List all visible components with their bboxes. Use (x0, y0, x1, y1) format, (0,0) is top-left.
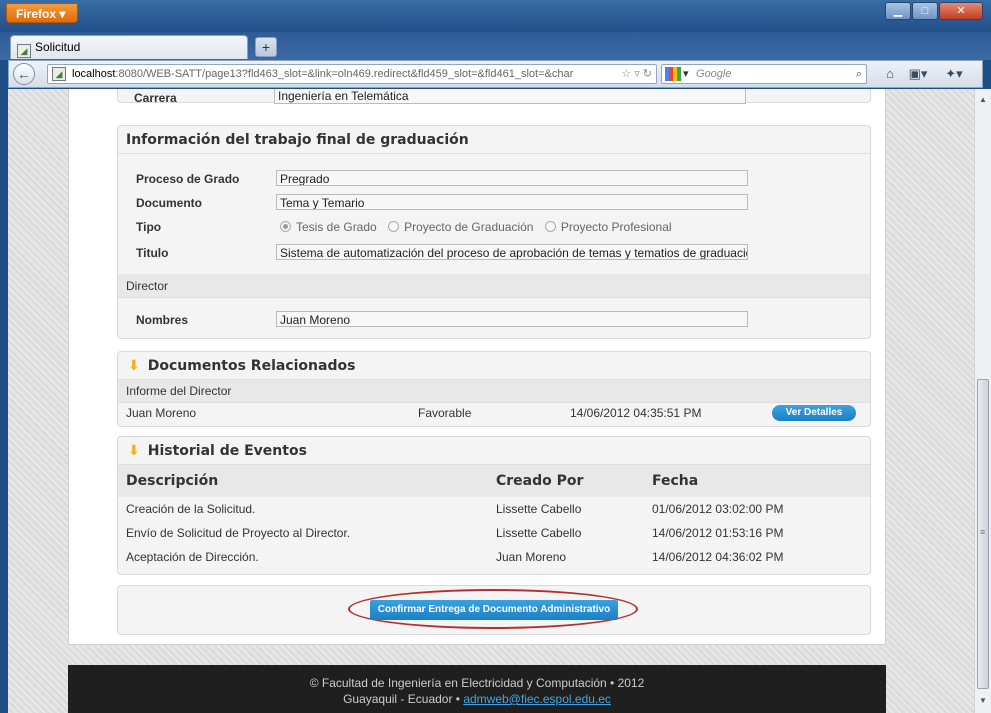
footer-email-link[interactable]: admweb@fiec.espol.edu.ec (463, 692, 611, 706)
documentos-panel: ⬇ Documentos Relacionados Informe del Dir… (117, 351, 871, 427)
scroll-up-icon[interactable]: ▲ (979, 95, 987, 104)
radio-tesis[interactable] (280, 221, 291, 232)
back-button[interactable]: ← (13, 63, 35, 85)
url-bar[interactable]: ◢ localhost:8080/WEB-SATT/page13?fld463_… (47, 64, 657, 84)
scroll-down-icon[interactable]: ▼ (979, 696, 987, 705)
confirmar-entrega-button[interactable]: Confirmar Entrega de Documento Administr… (370, 600, 618, 620)
home-icon[interactable]: ⌂ (879, 64, 901, 84)
carrera-label: Carrera (134, 91, 177, 105)
window-titlebar: Firefox ▾ ▁ □ ✕ (0, 0, 991, 32)
titulo-field: Sistema de automatización del proceso de… (276, 244, 748, 260)
historial-table: Descripción Creado Por Fecha Creación de… (118, 465, 870, 569)
documento-nombre: Juan Moreno (126, 406, 197, 420)
footer-copyright: © Facultad de Ingeniería en Electricidad… (309, 676, 645, 690)
proceso-label: Proceso de Grado (136, 172, 240, 186)
vertical-scrollbar[interactable]: ▲ ≡ ▼ (974, 89, 991, 713)
bookmark-star-icon[interactable]: ☆ ▿ ↻ (621, 65, 652, 83)
radio-proyecto-graduacion[interactable] (388, 221, 400, 232)
trabajo-title: Información del trabajo final de graduac… (118, 126, 870, 154)
scrollbar-thumb[interactable]: ≡ (977, 379, 989, 689)
historial-header: ⬇ Historial de Eventos (118, 437, 870, 465)
main-content: Carrera Ingeniería en Telemática Informa… (68, 89, 886, 645)
table-row: Envío de Solicitud de Proyecto al Direct… (126, 526, 784, 540)
historial-panel: ⬇ Historial de Eventos Descripción Creado… (117, 436, 871, 575)
carrera-field: Ingeniería en Telemática (274, 89, 746, 104)
documento-label: Documento (136, 196, 202, 210)
arrow-down-icon: ⬇ (128, 443, 140, 459)
page-footer: © Facultad de Ingeniería en Electricidad… (68, 665, 886, 713)
minimize-button[interactable]: ▁ (885, 2, 911, 20)
documentos-header: ⬇ Documentos Relacionados (118, 352, 870, 380)
site-identity-icon: ◢ (52, 67, 66, 81)
arrow-down-icon: ⬇ (128, 358, 140, 374)
addons-icon[interactable]: ✦▾ (943, 64, 965, 84)
navigation-toolbar: ← ◢ localhost:8080/WEB-SATT/page13?fld46… (8, 60, 983, 88)
col-creado-por: Creado Por (488, 465, 644, 497)
new-tab-button[interactable]: + (255, 37, 277, 57)
google-engine-icon[interactable] (665, 67, 681, 81)
carrera-panel: Carrera Ingeniería en Telemática (117, 89, 871, 105)
documentos-subheader: Informe del Director (118, 380, 870, 403)
col-fecha: Fecha (644, 465, 870, 497)
director-section-header: Director (118, 274, 870, 298)
titulo-label: Titulo (136, 246, 169, 260)
table-row: Creación de la Solicitud. Lissette Cabel… (126, 502, 784, 516)
page-viewport: Carrera Ingeniería en Telemática Informa… (8, 89, 974, 713)
bookmarks-icon[interactable]: ▣▾ (907, 64, 929, 84)
ver-detalles-button[interactable]: Ver Detalles (772, 405, 856, 421)
tab-solicitud[interactable]: ◢ Solicitud (10, 35, 248, 59)
search-icon[interactable]: ⌕ (856, 65, 862, 83)
table-row: Aceptación de Dirección. Juan Moreno 14/… (126, 550, 784, 564)
trabajo-panel: Información del trabajo final de graduac… (117, 125, 871, 339)
close-window-button[interactable]: ✕ (939, 2, 983, 20)
documento-estado: Favorable (418, 406, 472, 420)
radio-proyecto-profesional[interactable] (544, 221, 556, 232)
nombres-label: Nombres (136, 313, 189, 327)
firefox-menu-button[interactable]: Firefox ▾ (6, 3, 78, 23)
nombres-field: Juan Moreno (276, 311, 748, 327)
maximize-button[interactable]: □ (912, 2, 938, 20)
confirm-panel: Confirmar Entrega de Documento Administr… (117, 585, 871, 635)
tipo-label: Tipo (136, 220, 162, 234)
footer-location: Guayaquil - Ecuador • admweb@fiec.espol.… (343, 692, 611, 706)
documento-fecha: 14/06/2012 04:35:51 PM (570, 406, 702, 420)
documento-field: Tema y Temario (276, 194, 748, 210)
search-bar[interactable]: ▾ Google ⌕ (661, 64, 867, 84)
page-favicon-icon: ◢ (17, 44, 31, 58)
tipo-radio-group: Tesis de Grado Proyecto de Graduación Pr… (280, 220, 680, 234)
proceso-field: Pregrado (276, 170, 748, 186)
col-descripcion: Descripción (118, 465, 488, 497)
